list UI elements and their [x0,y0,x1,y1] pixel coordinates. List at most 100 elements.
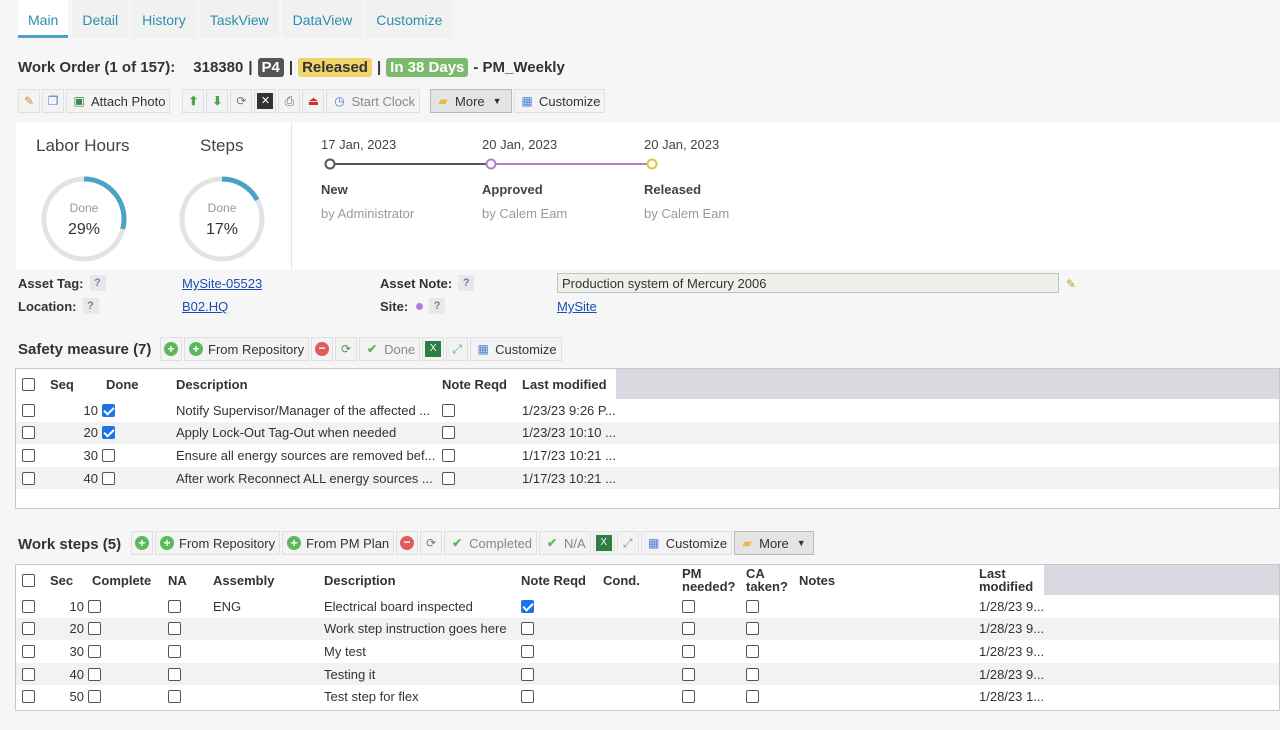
tab-main[interactable]: Main [18,0,69,38]
completed-button[interactable]: ✔ Completed [444,531,538,555]
move-up-button[interactable]: ⬆ [182,89,205,113]
column-header[interactable]: Sec [44,565,86,595]
customize-button[interactable]: ▦ Customize [470,337,562,361]
from-pm-plan-button[interactable]: + From PM Plan [282,531,395,555]
complete-checkbox[interactable] [88,690,101,704]
refresh-button[interactable]: ⟳ [335,337,358,361]
row-checkbox[interactable] [22,599,35,613]
note-reqd-checkbox[interactable] [442,426,455,440]
column-header[interactable]: PM needed? [676,565,740,595]
table-row[interactable]: 20 Apply Lock-Out Tag-Out when needed 1/23… [16,421,1279,445]
row-checkbox[interactable] [22,622,35,636]
column-header[interactable]: Cond. [597,565,676,595]
column-header[interactable]: Seq [44,369,100,399]
table-row[interactable]: 30 Ensure all energy sources are removed … [16,444,1279,467]
select-all-checkbox[interactable] [22,573,35,587]
site-link[interactable]: MySite [557,299,597,314]
start-clock-button[interactable]: ◷ Start Clock [326,89,421,113]
pdf-button[interactable]: ⏏ [302,89,325,113]
tab-taskview[interactable]: TaskView [199,0,279,38]
customize-button[interactable]: ▦ Customize [514,89,606,113]
table-row[interactable]: 20 Work step instruction goes here 1/28/23… [16,617,1279,641]
note-reqd-checkbox[interactable] [521,622,534,636]
column-header[interactable]: Last modified [973,565,1044,595]
column-header[interactable]: Last modified [516,369,616,399]
row-checkbox[interactable] [22,690,35,704]
ca-taken-checkbox[interactable] [746,622,759,636]
customize-button[interactable]: ▦ Customize [640,531,733,555]
excel-button[interactable]: X [592,531,615,555]
pm-needed-checkbox[interactable] [682,599,695,613]
add-button[interactable]: + [160,337,182,361]
table-row[interactable]: 40 After work Reconnect ALL energy source… [16,466,1279,490]
column-header[interactable]: NA [162,565,207,595]
done-checkbox[interactable] [102,403,115,417]
attach-photo-button[interactable]: ▣ Attach Photo [66,89,171,113]
ca-taken-checkbox[interactable] [746,644,759,658]
from-repository-button[interactable]: + From Repository [184,337,310,361]
pm-needed-checkbox[interactable] [682,667,695,681]
row-checkbox[interactable] [22,426,35,440]
pm-needed-checkbox[interactable] [682,644,695,658]
pencil-icon[interactable]: ✎ [1066,277,1076,291]
column-header[interactable]: Assembly [207,565,318,595]
note-reqd-checkbox[interactable] [521,667,534,681]
remove-button[interactable]: − [396,531,419,555]
help-icon[interactable]: ? [89,275,106,291]
expand-button[interactable]: ⤢ [446,337,469,361]
column-header[interactable]: Description [170,369,436,399]
done-checkbox[interactable] [102,448,115,462]
na-checkbox[interactable] [168,599,181,613]
done-checkbox[interactable] [102,426,115,440]
refresh-button[interactable]: ⟳ [230,89,253,113]
column-header[interactable]: Description [318,565,515,595]
copy-button[interactable]: ❐ [42,89,64,113]
more-dropdown[interactable]: ▰ More ▼ [734,531,815,555]
table-row[interactable]: 10 ENG Electrical board inspected 1/28/23 9… [16,595,1279,618]
note-reqd-checkbox[interactable] [521,644,534,658]
column-header[interactable]: Note Reqd [436,369,516,399]
asset-tag-link[interactable]: MySite-05523 [182,276,262,291]
expand-button[interactable]: ⤢ [616,531,639,555]
move-down-button[interactable]: ⬇ [206,89,229,113]
na-checkbox[interactable] [168,644,181,658]
done-checkbox[interactable] [102,471,115,485]
na-checkbox[interactable] [168,622,181,636]
add-button[interactable]: + [131,531,153,555]
note-reqd-checkbox[interactable] [521,690,534,704]
close-button[interactable]: ✕ [254,89,277,113]
complete-checkbox[interactable] [88,622,101,636]
asset-note-field[interactable]: Production system of Mercury 2006 [557,273,1059,293]
refresh-button[interactable]: ⟳ [420,531,443,555]
select-all-checkbox[interactable] [22,377,35,391]
help-icon[interactable]: ? [82,298,99,314]
remove-button[interactable]: − [311,337,334,361]
excel-button[interactable]: X [422,337,445,361]
ca-taken-checkbox[interactable] [746,690,759,704]
pm-needed-checkbox[interactable] [682,622,695,636]
table-row[interactable]: 40 Testing it 1/28/23 9... [16,662,1279,686]
done-button[interactable]: ✔ Done [359,337,421,361]
column-header[interactable]: Complete [86,565,162,595]
note-reqd-checkbox[interactable] [442,403,455,417]
column-header[interactable]: Note Reqd [515,565,597,595]
na-checkbox[interactable] [168,667,181,681]
row-checkbox[interactable] [22,403,35,417]
na-button[interactable]: ✔ N/A [539,531,591,555]
note-reqd-checkbox[interactable] [442,471,455,485]
pm-needed-checkbox[interactable] [682,690,695,704]
row-checkbox[interactable] [22,644,35,658]
location-link[interactable]: B02.HQ [182,299,228,314]
complete-checkbox[interactable] [88,599,101,613]
row-checkbox[interactable] [22,471,35,485]
complete-checkbox[interactable] [88,667,101,681]
column-header[interactable]: CA taken? [740,565,793,595]
table-row[interactable]: 50 Test step for flex 1/28/23 1... [16,685,1279,708]
note-reqd-checkbox[interactable] [442,448,455,462]
column-header[interactable]: Done [100,369,170,399]
edit-button[interactable]: ✎ [18,89,40,113]
ca-taken-checkbox[interactable] [746,667,759,681]
complete-checkbox[interactable] [88,644,101,658]
help-icon[interactable]: ? [429,298,446,314]
more-dropdown[interactable]: ▰ More ▼ [430,89,513,113]
